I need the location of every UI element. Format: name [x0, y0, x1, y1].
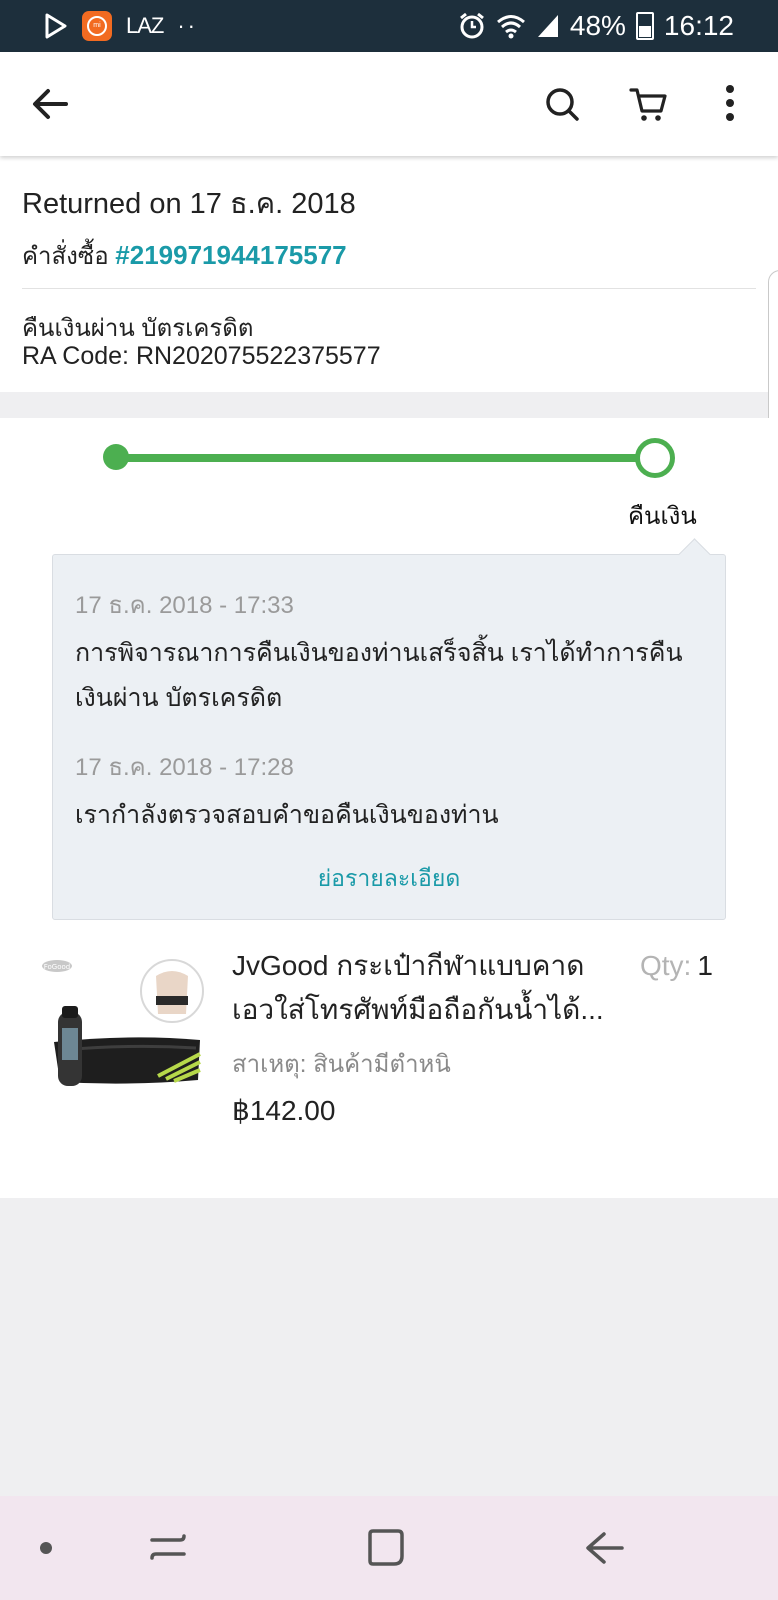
laz-label: LAZ — [126, 13, 164, 38]
back-arrow-icon[interactable] — [28, 82, 72, 126]
history-text: เรากำลังตรวจสอบคำขอคืนเงินของท่าน — [75, 801, 499, 829]
signal-icon — [537, 15, 558, 37]
history-pointer — [678, 538, 711, 571]
play-store-icon — [45, 13, 67, 39]
search-icon[interactable] — [540, 82, 584, 126]
qty-label: Qty: — [640, 950, 692, 981]
system-nav-bar — [0, 1496, 778, 1600]
product-qty: Qty: 1 — [640, 944, 713, 988]
product-brand-text: FoGood — [44, 963, 71, 971]
battery-percent: 48% — [569, 10, 626, 41]
battery-icon — [635, 12, 654, 40]
order-line: คำสั่งซื้อ #219971944175577 — [22, 236, 347, 275]
product-name[interactable]: JvGood กระเป๋ากีฬาแบบคาดเอวใส่โทรศัพท์มื… — [232, 944, 612, 1032]
wifi-icon — [496, 15, 525, 39]
app-bar — [0, 52, 778, 156]
product-image[interactable]: FoGood — [40, 958, 212, 1108]
return-reason: สาเหตุ: สินค้ามีตำหนิ — [232, 1051, 451, 1078]
cart-icon[interactable] — [627, 82, 671, 126]
refund-timeline-card: คืนเงิน 17 ธ.ค. 2018 - 17:33 การพิจารณาก… — [0, 418, 778, 1198]
progress-track — [116, 454, 652, 462]
returned-title: Returned on 17 ธ.ค. 2018 — [22, 188, 356, 220]
back-icon[interactable] — [582, 1526, 626, 1570]
refund-history-panel: 17 ธ.ค. 2018 - 17:33 การพิจารณาการคืนเงิ… — [52, 538, 726, 920]
step-label-refund: คืนเงิน — [628, 503, 697, 530]
order-number-link[interactable]: #219971944175577 — [115, 240, 346, 270]
history-text: การพิจารณาการคืนเงินของท่านเสร็จสิ้น เรา… — [75, 639, 683, 712]
status-bar: mi LAZ ·· 48% 16:12 — [0, 0, 778, 52]
order-label: คำสั่งซื้อ — [22, 243, 116, 270]
ra-code: RA Code: RN202075522375577 — [22, 342, 381, 370]
dot-icon[interactable] — [24, 1526, 68, 1570]
clock: 16:12 — [663, 10, 734, 41]
progress-end-dot — [635, 438, 675, 478]
status-bar-right: 48% 16:12 — [458, 8, 734, 44]
history-time: 17 ธ.ค. 2018 - 17:33 — [75, 592, 294, 619]
alarm-icon — [459, 12, 484, 39]
history-time: 17 ธ.ค. 2018 - 17:28 — [75, 754, 294, 781]
divider — [22, 288, 756, 289]
mi-app-icon: mi — [82, 11, 112, 41]
progress-start-dot — [103, 444, 129, 470]
qty-value: 1 — [697, 950, 713, 981]
notification-dots: ·· — [177, 13, 199, 38]
product-price: ฿142.00 — [232, 1095, 336, 1126]
status-bar-left: mi LAZ ·· — [44, 8, 198, 44]
recent-apps-icon[interactable] — [146, 1526, 190, 1570]
collapse-details-link[interactable]: ย่อรายละเอียด — [53, 861, 725, 897]
home-icon[interactable] — [364, 1526, 408, 1570]
more-vert-icon[interactable] — [708, 82, 752, 126]
order-info-card: Returned on 17 ธ.ค. 2018 คำสั่งซื้อ #219… — [0, 156, 778, 392]
